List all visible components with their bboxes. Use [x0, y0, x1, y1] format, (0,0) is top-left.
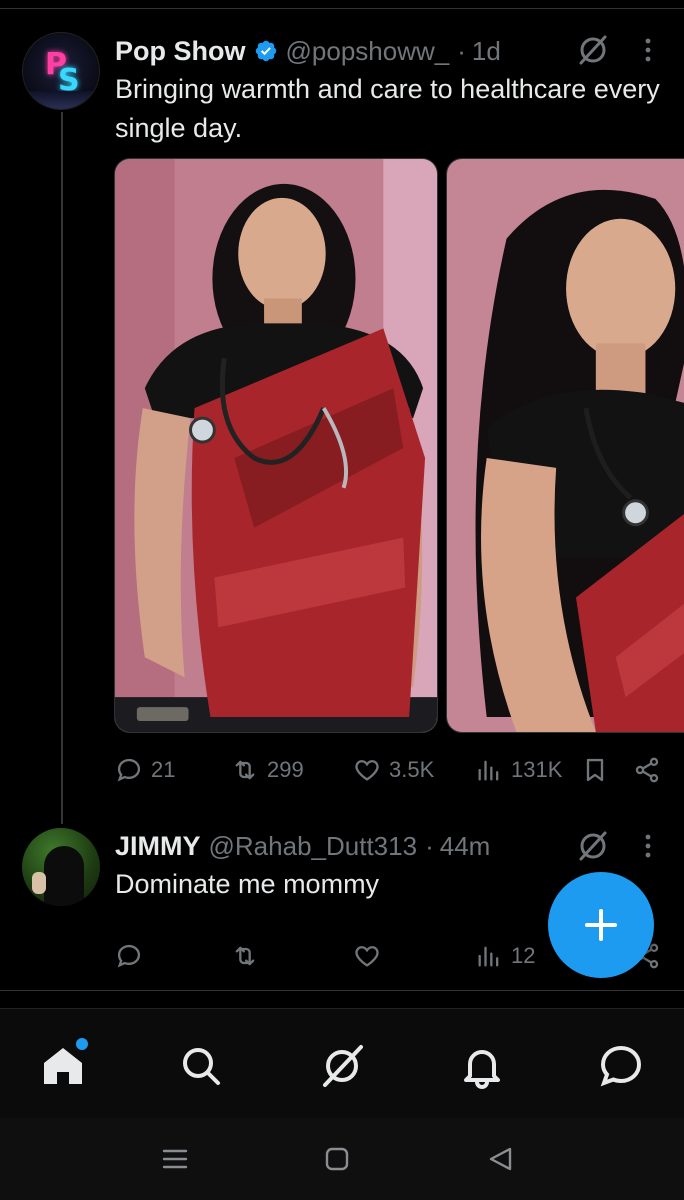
reply-button[interactable]: 21: [115, 752, 175, 788]
reply-icon: [117, 758, 141, 782]
tweet-text: Bringing warmth and care to healthcare e…: [115, 74, 660, 143]
tweet-actions: 21 299 3.5K 131K: [115, 752, 675, 788]
repost-button[interactable]: 299: [231, 752, 304, 788]
bell-icon: [464, 1050, 500, 1089]
grok-icon: [323, 1045, 363, 1087]
back-triangle-icon: [489, 1147, 512, 1171]
back-system-button[interactable]: [486, 1144, 516, 1174]
author-name[interactable]: JIMMY: [115, 831, 201, 862]
views-count: 12: [511, 943, 536, 968]
nav-grok[interactable]: [319, 1043, 365, 1089]
bottom-navigation: [0, 1008, 684, 1118]
repost-button[interactable]: [231, 938, 267, 974]
nav-search[interactable]: [178, 1043, 224, 1089]
share-button[interactable]: [633, 752, 669, 788]
home-system-button[interactable]: [322, 1144, 352, 1174]
author-handle[interactable]: @popshoww_: [286, 36, 450, 67]
views-button[interactable]: 12: [475, 938, 535, 974]
thread-line: [61, 112, 63, 824]
tweet-header: Pop Show @popshoww_ · 1d: [115, 34, 501, 68]
views-button[interactable]: 131K: [475, 752, 562, 788]
author-name[interactable]: Pop Show: [115, 36, 246, 67]
more-vertical-icon[interactable]: [636, 37, 660, 63]
repost-count: 299: [267, 757, 304, 782]
like-button[interactable]: 3.5K: [353, 752, 434, 788]
tweet-header: JIMMY @Rahab_Dutt313 · 44m: [115, 828, 490, 864]
plus-icon: [585, 909, 617, 941]
avatar-hand: [32, 872, 46, 894]
reply-icon: [117, 944, 141, 968]
nav-notifications[interactable]: [459, 1043, 505, 1089]
timestamp[interactable]: 44m: [440, 831, 491, 862]
like-count: 3.5K: [389, 757, 435, 782]
grok-icon[interactable]: [576, 33, 610, 67]
message-icon: [600, 1045, 642, 1087]
separator: ·: [425, 830, 434, 861]
photo-doctor-saree: [115, 159, 437, 732]
nav-messages[interactable]: [598, 1043, 644, 1089]
verified-badge-icon: [255, 40, 276, 62]
square-icon: [325, 1147, 349, 1171]
search-icon: [183, 1048, 220, 1085]
repost-icon: [235, 946, 255, 966]
top-divider: [0, 8, 684, 9]
grok-icon[interactable]: [576, 829, 610, 863]
tweet-text: Dominate me mommy: [115, 869, 380, 899]
repost-icon: [235, 760, 255, 780]
reply-button[interactable]: [115, 938, 151, 974]
tweet-image-1[interactable]: [114, 158, 438, 733]
tweet-image-2[interactable]: [446, 158, 684, 733]
timestamp[interactable]: 1d: [472, 36, 501, 67]
home-notification-dot: [74, 1036, 90, 1052]
recent-apps-button[interactable]: [160, 1144, 190, 1174]
share-icon: [635, 757, 659, 783]
bookmark-icon: [586, 758, 604, 782]
author-handle[interactable]: @Rahab_Dutt313: [209, 831, 418, 862]
avatar[interactable]: P S: [22, 32, 100, 110]
avatar-city-skyline: [23, 91, 99, 109]
views-icon: [478, 946, 499, 967]
views-count: 131K: [511, 757, 563, 782]
avatar[interactable]: [22, 828, 100, 906]
photo-doctor-saree-closeup: [447, 159, 684, 732]
like-button[interactable]: [353, 938, 389, 974]
avatar-figure: [44, 846, 84, 906]
menu-icon: [162, 1149, 188, 1169]
views-icon: [478, 760, 499, 781]
heart-icon: [355, 946, 379, 967]
separator: ·: [457, 35, 466, 66]
bookmark-button[interactable]: [581, 752, 617, 788]
reply-count: 21: [151, 757, 176, 782]
more-vertical-icon[interactable]: [636, 833, 660, 859]
divider: [0, 990, 684, 991]
compose-button[interactable]: [548, 872, 654, 978]
system-navigation-bar: [0, 1118, 684, 1200]
heart-icon: [355, 760, 379, 781]
